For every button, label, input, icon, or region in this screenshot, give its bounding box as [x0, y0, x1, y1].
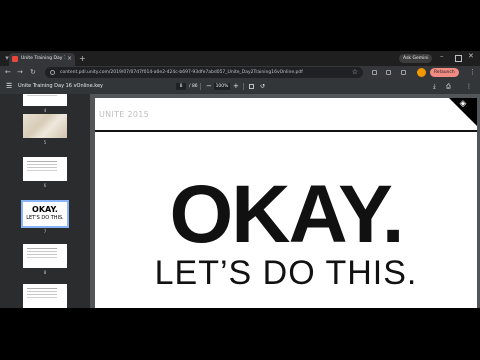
thumbnail-text-lines — [27, 288, 57, 289]
back-button[interactable]: ← — [5, 67, 11, 78]
thumbnail-okay-text: OKAY. — [32, 205, 58, 214]
tab-title: Unite Training Day 16 vOnline.key — [21, 56, 65, 61]
divider — [200, 83, 201, 90]
sidepanel-icon[interactable] — [401, 70, 406, 75]
browser-toolbar: ← → ↻ content.pdl.unity.com/2019/07/07d7… — [0, 66, 480, 79]
zoom-out-button[interactable]: − — [206, 81, 212, 92]
new-tab-button[interactable]: + — [79, 54, 86, 63]
pdf-viewer[interactable]: UNITE 2015 ◈ OKAY. LET’S DO THIS. — [90, 94, 480, 308]
thumbnail-image — [23, 114, 67, 138]
minimize-icon[interactable]: – — [440, 52, 444, 60]
thumbnail-image — [23, 94, 67, 106]
page-total: / 86 — [189, 84, 198, 89]
maximize-icon[interactable] — [455, 55, 462, 62]
puzzle-extensions-icon[interactable] — [386, 70, 391, 75]
slide-divider — [95, 130, 477, 132]
slide-subheading: LET’S DO THIS. — [154, 254, 418, 292]
slide-header-label: UNITE 2015 — [99, 110, 150, 119]
address-bar[interactable]: content.pdl.unity.com/2019/07/07d7f014-a… — [45, 67, 363, 78]
pdf-more-icon[interactable]: ⋮ — [466, 81, 472, 92]
ask-gemini-button[interactable]: Ask Gemini — [399, 54, 433, 63]
print-icon[interactable]: ⎙ — [446, 81, 451, 92]
thumbnail-lets-text: LET'S DO THIS. — [26, 215, 64, 221]
unity-logo-icon: ◈ — [459, 99, 467, 109]
pdf-favicon-icon — [12, 56, 18, 62]
browser-window: ▾ Unite Training Day 16 vOnline.key × + … — [0, 51, 480, 308]
reload-button[interactable]: ↻ — [30, 67, 36, 78]
url-text[interactable]: content.pdl.unity.com/2019/07/07d7f014-a… — [60, 67, 330, 78]
thumbnail-image — [23, 244, 67, 268]
extension-icon[interactable] — [372, 70, 377, 75]
fit-to-page-icon[interactable] — [249, 84, 254, 89]
thumbnail-page-number: 8 — [43, 270, 47, 275]
divider — [243, 83, 244, 90]
pdf-document-title: Unite Training Day 16 vOnline.key — [18, 83, 104, 89]
chrome-menu-icon[interactable]: ⋮ — [469, 67, 476, 78]
window-close-icon[interactable]: ✕ — [468, 52, 474, 60]
forward-button[interactable]: → — [17, 67, 23, 78]
pdf-page: UNITE 2015 ◈ OKAY. LET’S DO THIS. — [95, 98, 477, 308]
zoom-in-button[interactable]: + — [233, 81, 239, 92]
pdf-sidebar-toggle-icon[interactable]: ☰ — [6, 81, 12, 92]
tab-strip: ▾ Unite Training Day 16 vOnline.key × + … — [0, 51, 480, 66]
thumbnail-page-number: 7 — [43, 229, 47, 234]
thumbnail-photo — [23, 114, 67, 138]
rotate-icon[interactable]: ↺ — [260, 81, 265, 92]
profile-avatar[interactable] — [417, 68, 426, 77]
relaunch-button[interactable]: Relaunch — [430, 68, 459, 77]
thumbnail-sidebar: 4 5 6 OKAY. LET'S DO THIS. 7 8 — [0, 94, 90, 308]
site-info-icon[interactable] — [50, 70, 55, 75]
page-number-input[interactable]: 8 — [176, 83, 186, 90]
slide-heading-okay: OKAY. — [169, 169, 404, 260]
pdf-toolbar: ☰ Unite Training Day 16 vOnline.key 8 / … — [0, 79, 480, 94]
download-icon[interactable]: ⤓ — [433, 81, 436, 92]
thumbnail-page-number: 4 — [43, 108, 47, 113]
thumbnail-page-number: 6 — [43, 183, 47, 188]
thumbnail-page-number: 5 — [43, 140, 47, 145]
thumbnail-image: OKAY. LET'S DO THIS. — [21, 200, 69, 228]
tab-active[interactable]: Unite Training Day 16 vOnline.key × — [9, 53, 75, 66]
thumbnail-image — [23, 157, 67, 181]
bookmark-star-icon[interactable]: ☆ — [352, 67, 358, 78]
zoom-level-input[interactable]: 100% — [214, 83, 230, 90]
thumbnail-image — [23, 284, 67, 308]
thumbnail-text-lines — [27, 248, 57, 249]
tab-close-icon[interactable]: × — [67, 54, 72, 63]
thumbnail-text-lines — [27, 161, 57, 162]
